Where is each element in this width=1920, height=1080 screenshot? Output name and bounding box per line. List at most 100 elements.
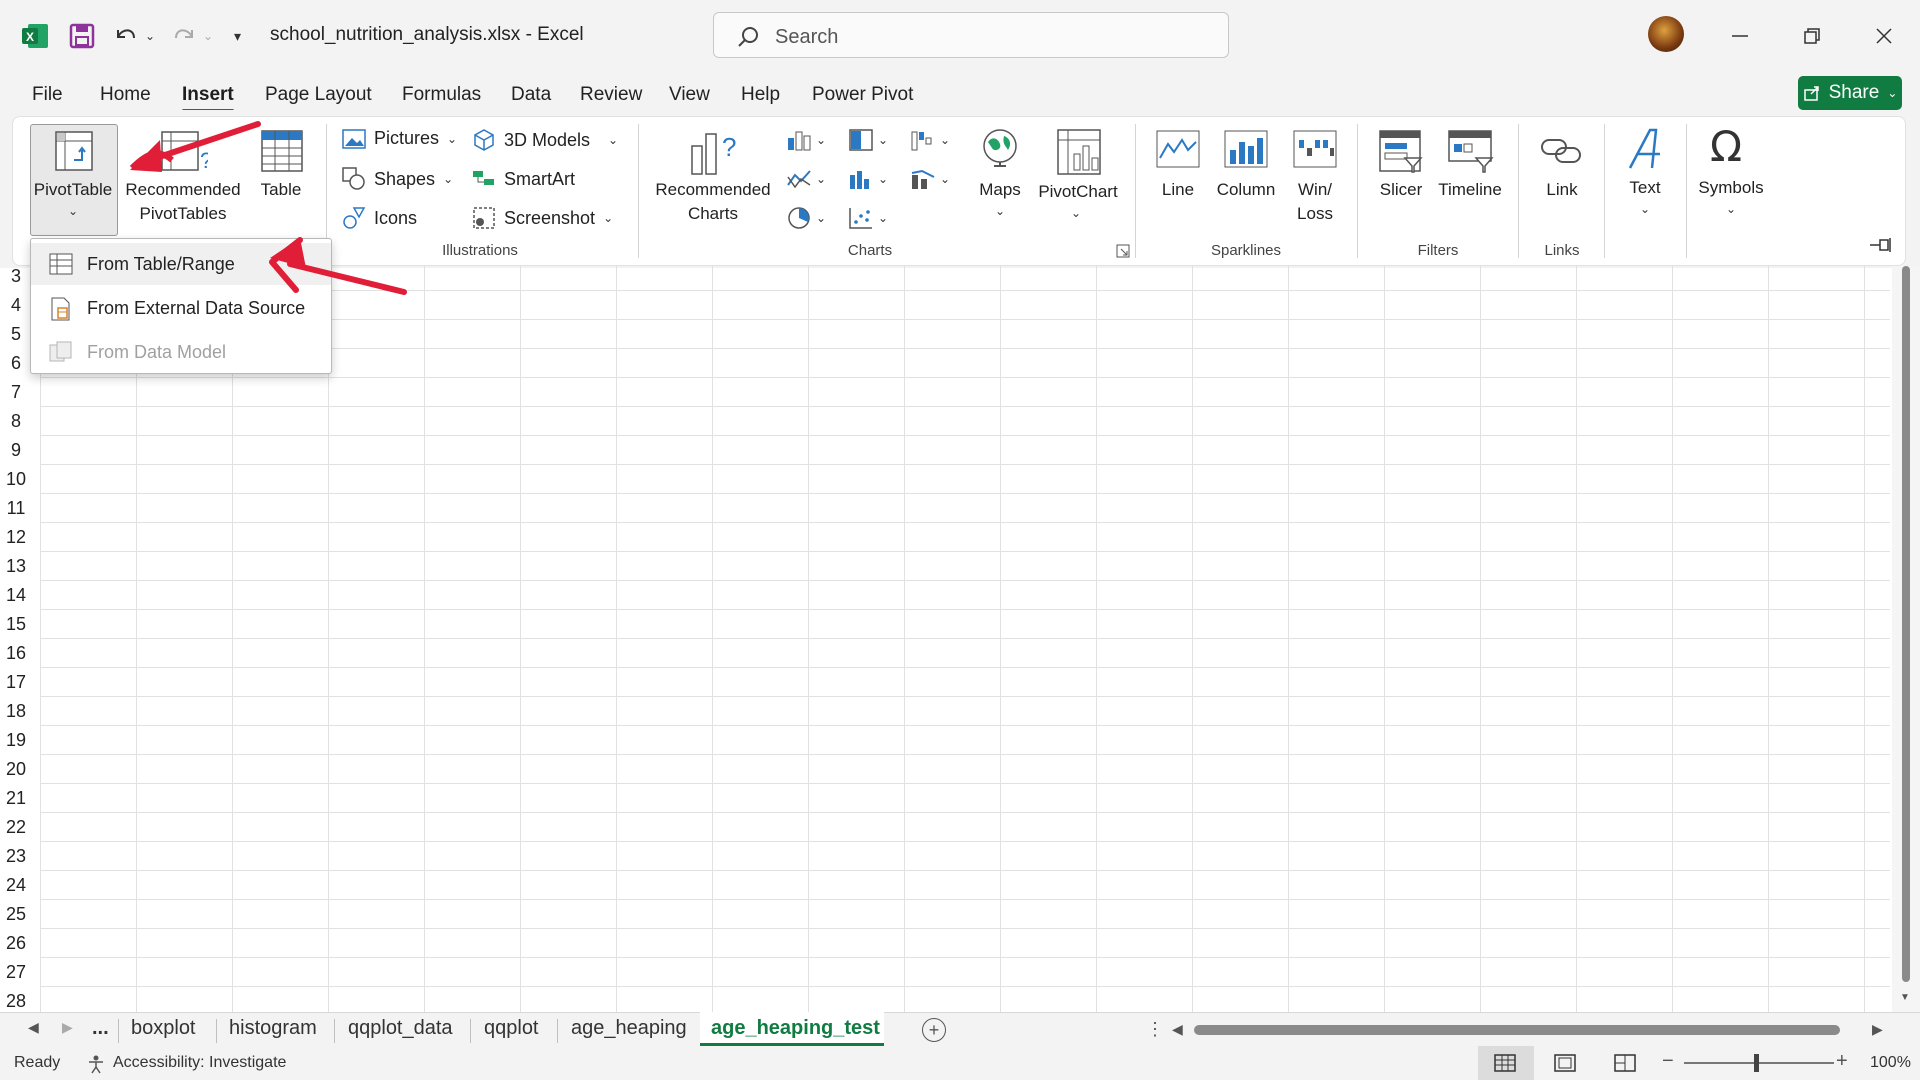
tab-page-layout[interactable]: Page Layout <box>265 84 372 106</box>
icons-button[interactable]: Icons <box>342 206 417 230</box>
tab-review[interactable]: Review <box>580 84 642 106</box>
sparkline-winloss-label-2[interactable]: Loss <box>1285 202 1345 226</box>
add-sheet-icon[interactable]: + <box>922 1018 946 1042</box>
row-header[interactable]: 7 <box>0 382 32 403</box>
horizontal-scroll-thumb[interactable] <box>1194 1025 1840 1035</box>
scroll-right-icon[interactable]: ▶ <box>1872 1021 1883 1038</box>
symbols-label[interactable]: Symbols <box>1690 176 1772 200</box>
tab-insert[interactable]: Insert <box>182 84 234 112</box>
pie-chart-button[interactable]: ⌄ <box>786 206 826 230</box>
row-header[interactable]: 26 <box>0 933 32 954</box>
row-header[interactable]: 13 <box>0 556 32 577</box>
row-header[interactable]: 14 <box>0 585 32 606</box>
row-header[interactable]: 18 <box>0 701 32 722</box>
pictures-button[interactable]: Pictures ⌄ <box>342 128 457 149</box>
cells-area[interactable] <box>40 266 1890 1012</box>
timeline-label[interactable]: Timeline <box>1430 178 1510 202</box>
row-header[interactable]: 15 <box>0 614 32 635</box>
page-break-view-icon[interactable] <box>1614 1054 1636 1072</box>
undo-icon[interactable] <box>112 20 140 52</box>
table-label[interactable]: Table <box>250 178 312 202</box>
scroll-left-icon[interactable]: ◀ <box>1172 1021 1183 1038</box>
sheet-tab-qqplot-data[interactable]: qqplot_data <box>348 1017 453 1040</box>
row-header[interactable]: 17 <box>0 672 32 693</box>
smartart-button[interactable]: SmartArt <box>472 167 575 191</box>
row-header[interactable]: 20 <box>0 759 32 780</box>
row-header[interactable]: 5 <box>0 324 32 345</box>
pivotchart-label[interactable]: PivotChart <box>1030 180 1126 204</box>
hierarchy-chart-button[interactable]: ⌄ <box>848 128 888 152</box>
minimize-icon[interactable] <box>1720 18 1760 54</box>
tab-power-pivot[interactable]: Power Pivot <box>812 84 913 106</box>
zoom-out-icon[interactable]: − <box>1662 1050 1674 1073</box>
menu-item-from-external-data-source[interactable]: From External Data Source <box>31 287 331 329</box>
sparkline-line-label[interactable]: Line <box>1148 178 1208 202</box>
tab-view[interactable]: View <box>669 84 710 106</box>
row-header[interactable]: 9 <box>0 440 32 461</box>
row-header[interactable]: 19 <box>0 730 32 751</box>
shapes-button[interactable]: Shapes ⌄ <box>342 167 453 191</box>
zoom-level[interactable]: 100% <box>1870 1054 1911 1072</box>
row-header[interactable]: 28 <box>0 991 32 1012</box>
accessibility-status[interactable]: Accessibility: Investigate <box>113 1054 286 1072</box>
row-header[interactable]: 10 <box>0 469 32 490</box>
tab-home[interactable]: Home <box>100 84 151 106</box>
tab-help[interactable]: Help <box>741 84 780 106</box>
combo-chart-button[interactable]: ⌄ <box>910 167 950 191</box>
user-avatar[interactable] <box>1648 16 1684 52</box>
save-icon[interactable] <box>68 20 96 52</box>
screenshot-button[interactable]: Screenshot ⌄ <box>472 206 613 230</box>
vertical-scrollbar[interactable]: ▼ <box>1892 266 1920 1012</box>
text-label[interactable]: Text <box>1615 176 1675 200</box>
row-header[interactable]: 24 <box>0 875 32 896</box>
row-header[interactable]: 27 <box>0 962 32 983</box>
zoom-in-icon[interactable]: + <box>1836 1050 1848 1073</box>
more-sheets-ellipsis[interactable]: ... <box>92 1017 109 1040</box>
3d-models-button[interactable]: 3D Models ⌄ <box>472 128 618 152</box>
waterfall-chart-button[interactable]: ⌄ <box>910 128 950 152</box>
recommended-charts-label-2[interactable]: Charts <box>648 202 778 226</box>
sparkline-column-label[interactable]: Column <box>1206 178 1286 202</box>
row-header[interactable]: 12 <box>0 527 32 548</box>
row-header[interactable]: 11 <box>0 498 32 519</box>
row-header[interactable]: 22 <box>0 817 32 838</box>
sheet-tab-histogram[interactable]: histogram <box>229 1017 317 1040</box>
next-sheet-icon[interactable]: ▶ <box>62 1019 73 1036</box>
row-header[interactable]: 25 <box>0 904 32 925</box>
zoom-slider-track[interactable] <box>1684 1062 1834 1064</box>
undo-dropdown-chevron-icon[interactable]: ⌄ <box>145 20 155 52</box>
row-header[interactable]: 8 <box>0 411 32 432</box>
row-header[interactable]: 16 <box>0 643 32 664</box>
charts-dialog-launcher-icon[interactable] <box>1116 244 1130 263</box>
row-header[interactable]: 4 <box>0 295 32 316</box>
page-layout-view-icon[interactable] <box>1554 1054 1576 1072</box>
row-header[interactable]: 6 <box>0 353 32 374</box>
worksheet-grid[interactable]: 3 4 5 6 7 8 9 10 11 12 13 14 15 16 17 18… <box>0 266 1920 1012</box>
zoom-slider-thumb[interactable] <box>1754 1054 1759 1072</box>
close-icon[interactable] <box>1864 18 1904 54</box>
accessibility-icon[interactable] <box>86 1054 106 1074</box>
sheet-tab-age-heaping-test[interactable]: age_heaping_test <box>711 1017 880 1040</box>
vertical-scroll-thumb[interactable] <box>1902 266 1910 982</box>
tab-data[interactable]: Data <box>511 84 551 106</box>
normal-view-icon[interactable] <box>1494 1054 1516 1072</box>
sheet-tab-age-heaping[interactable]: age_heaping <box>571 1017 687 1040</box>
scroll-down-icon[interactable]: ▼ <box>1900 992 1910 1003</box>
line-chart-button[interactable]: ⌄ <box>786 167 826 191</box>
customize-toolbar-icon[interactable]: ▾ <box>234 20 241 52</box>
recommended-pivottables-label-1[interactable]: Recommended <box>118 178 248 202</box>
share-button[interactable]: Share ⌄ <box>1798 76 1902 110</box>
scatter-chart-button[interactable]: ⌄ <box>848 206 888 230</box>
slicer-label[interactable]: Slicer <box>1370 178 1432 202</box>
tab-file[interactable]: File <box>32 84 63 106</box>
prev-sheet-icon[interactable]: ◀ <box>28 1019 39 1036</box>
bar-chart-button[interactable]: ⌄ <box>848 167 888 191</box>
menu-item-from-table-range[interactable]: From Table/Range <box>31 243 331 285</box>
maps-label[interactable]: Maps <box>965 178 1035 202</box>
sparkline-winloss-label-1[interactable]: Win/ <box>1285 178 1345 202</box>
recommended-charts-label-1[interactable]: Recommended <box>648 178 778 202</box>
search-box[interactable]: Search <box>713 12 1229 58</box>
row-header[interactable]: 21 <box>0 788 32 809</box>
tab-formulas[interactable]: Formulas <box>402 84 481 106</box>
pin-ribbon-icon[interactable] <box>1868 236 1894 259</box>
